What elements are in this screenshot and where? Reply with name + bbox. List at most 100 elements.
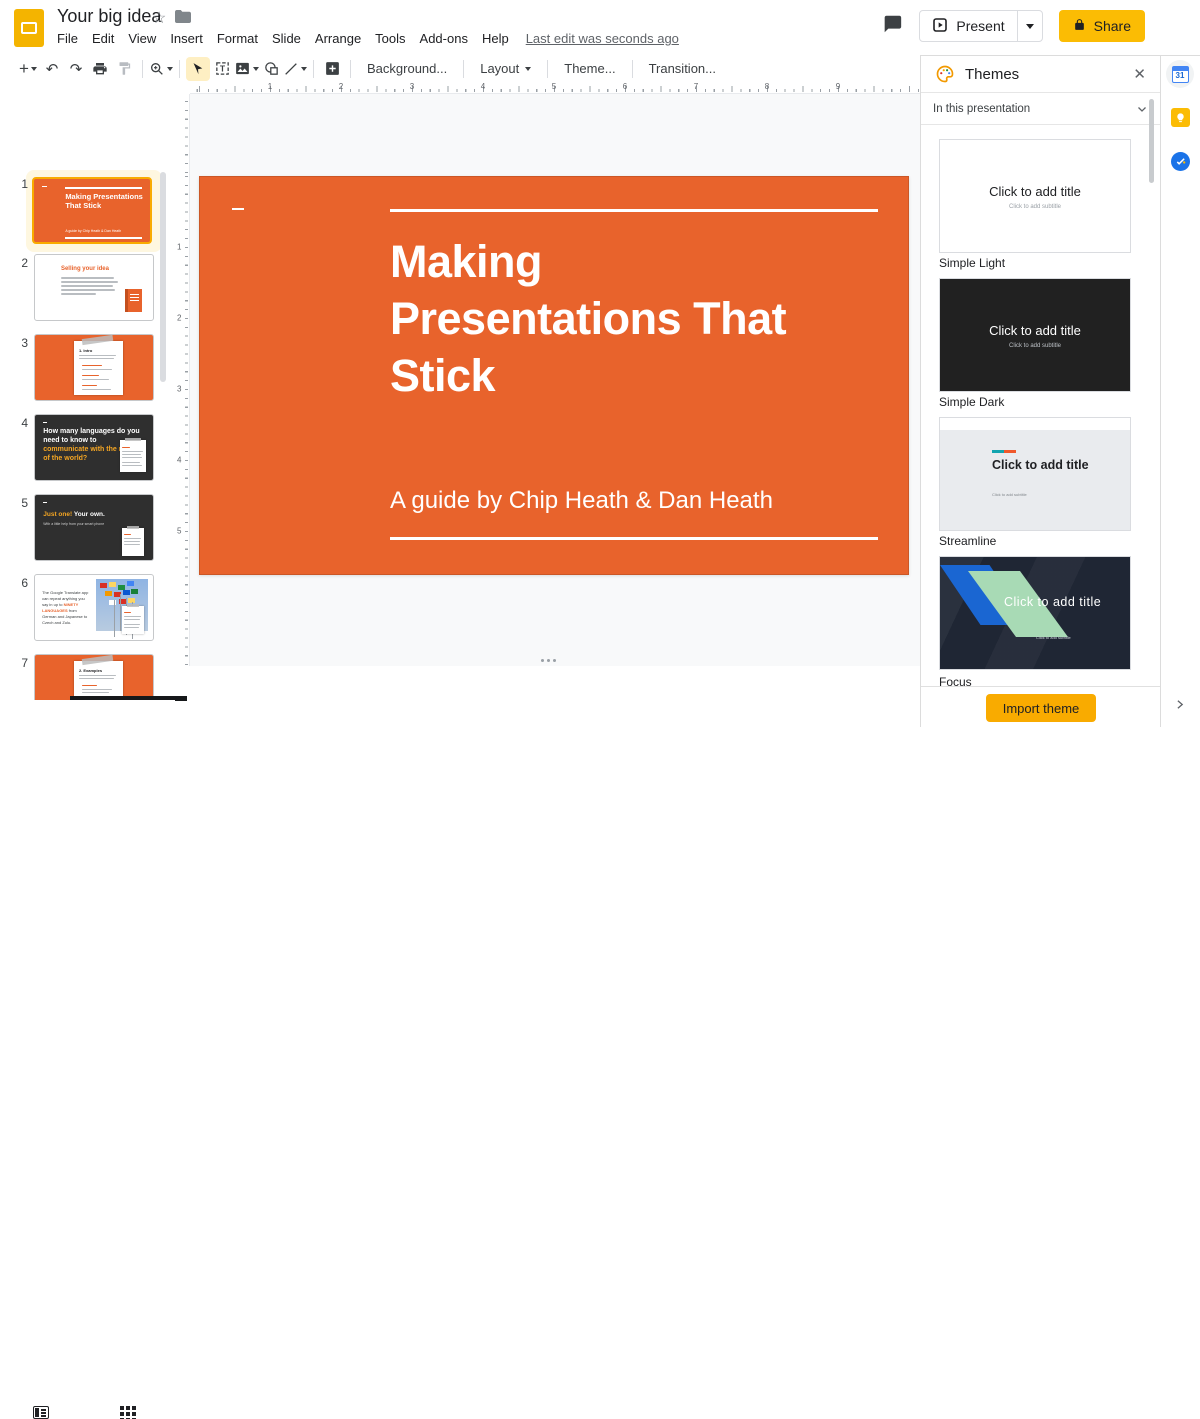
- filmstrip-view-icon[interactable]: [33, 1406, 49, 1419]
- theme-button[interactable]: Theme...: [554, 57, 625, 81]
- section-label: In this presentation: [933, 103, 1136, 115]
- slide-number: 2: [10, 256, 28, 270]
- chevron-right-icon[interactable]: [1173, 698, 1186, 716]
- slide-thumbnail-7[interactable]: 2. Examples: [34, 654, 154, 700]
- document-title[interactable]: Your big idea: [57, 6, 161, 27]
- insert-shape-button[interactable]: [259, 57, 283, 81]
- theme-card-title: Click to add title: [940, 323, 1130, 338]
- layout-button[interactable]: Layout: [470, 57, 541, 81]
- undo-button[interactable]: ↶: [40, 57, 64, 81]
- slides-logo[interactable]: [14, 9, 44, 47]
- theme-card-title: Click to add title: [940, 184, 1130, 199]
- thumb-title: Making Presentations That Stick: [65, 192, 144, 210]
- thumb-flagpoles: [120, 594, 122, 630]
- theme-card-simple-light[interactable]: Click to add title Click to add subtitle: [939, 139, 1131, 253]
- ruler-corner: [175, 82, 190, 94]
- print-button[interactable]: [88, 57, 112, 81]
- thumb-note: [122, 606, 143, 633]
- insert-line-button[interactable]: [283, 57, 307, 81]
- menu-edit[interactable]: Edit: [85, 29, 121, 48]
- horizontal-ruler: 1 2 3 4 5 6 7 8 9: [190, 82, 920, 94]
- filmstrip-scrollbar[interactable]: [160, 172, 166, 382]
- thumb-subtitle: A guide by Chip Heath & Dan Heath: [65, 229, 144, 233]
- comment-icon[interactable]: [881, 13, 903, 40]
- lock-icon: [1073, 17, 1086, 35]
- ruler-number: 5: [552, 82, 556, 91]
- theme-card-streamline[interactable]: Click to add title Click to add subtitle: [939, 417, 1131, 531]
- slides-logo-glyph: [21, 22, 37, 34]
- share-label: Share: [1094, 18, 1131, 34]
- folder-icon[interactable]: [175, 10, 191, 28]
- zoom-button[interactable]: [149, 57, 173, 81]
- redo-button[interactable]: ↷: [64, 57, 88, 81]
- slide-number: 5: [10, 496, 28, 510]
- slide-title-line: Making: [390, 233, 900, 290]
- menu-insert[interactable]: Insert: [163, 29, 210, 48]
- insert-placeholder-button[interactable]: [320, 57, 344, 81]
- menu-file[interactable]: File: [50, 29, 85, 48]
- toolbar-divider: [142, 60, 143, 78]
- present-dropdown[interactable]: [1017, 11, 1042, 41]
- themes-panel-scrollbar[interactable]: [1149, 99, 1154, 183]
- chevron-down-icon: [31, 67, 37, 71]
- menu-format[interactable]: Format: [210, 29, 265, 48]
- vertical-ruler: 1 2 3 4 5: [175, 94, 190, 666]
- present-button[interactable]: Present: [919, 10, 1042, 42]
- share-button[interactable]: Share: [1059, 10, 1145, 42]
- theme-card-subtitle: Click to add subtitle: [940, 343, 1130, 349]
- menu-tools[interactable]: Tools: [368, 29, 412, 48]
- in-this-presentation-row[interactable]: In this presentation: [921, 93, 1160, 125]
- menu-help[interactable]: Help: [475, 29, 516, 48]
- slide-subtitle[interactable]: A guide by Chip Heath & Dan Heath: [390, 487, 773, 515]
- new-slide-button[interactable]: +: [16, 57, 40, 81]
- select-tool-button[interactable]: [186, 57, 210, 81]
- menu-arrange[interactable]: Arrange: [308, 29, 368, 48]
- theme-card-simple-dark[interactable]: Click to add title Click to add subtitle: [939, 278, 1131, 392]
- theme-accent-dash: [992, 450, 1004, 453]
- paint-format-button[interactable]: [112, 57, 136, 81]
- close-icon[interactable]: ✕: [1133, 65, 1146, 83]
- menu-slide[interactable]: Slide: [265, 29, 308, 48]
- star-icon[interactable]: ☆: [152, 8, 166, 28]
- import-theme-button[interactable]: Import theme: [986, 694, 1096, 722]
- slide-title[interactable]: Making Presentations That Stick: [390, 233, 900, 404]
- notes-resize-handle[interactable]: [541, 659, 544, 662]
- ruler-number: 1: [268, 82, 272, 91]
- svg-text:T: T: [219, 64, 225, 74]
- thumb-note: [120, 440, 146, 473]
- thumb-note: 2. Examples: [74, 661, 124, 700]
- thumb-rule: [65, 187, 142, 189]
- menu-addons[interactable]: Add-ons: [413, 29, 475, 48]
- grid-view-icon[interactable]: [120, 1406, 136, 1419]
- theme-card-subtitle: Click to add subtitle: [992, 492, 1027, 497]
- toolbar-divider: [632, 60, 633, 78]
- slide-thumbnail-6[interactable]: The Google Translate app can repeat anyt…: [34, 574, 154, 641]
- background-button[interactable]: Background...: [357, 57, 457, 81]
- thumb-note: 1. Intro: [74, 341, 124, 396]
- chevron-down-icon: [167, 67, 173, 71]
- transition-button[interactable]: Transition...: [639, 57, 726, 81]
- slide-thumbnail-5[interactable]: Just one! Your own. With a little help f…: [34, 494, 154, 561]
- slide-thumbnail-4[interactable]: How many languages do you need to know t…: [34, 414, 154, 481]
- layout-label: Layout: [480, 61, 519, 76]
- calendar-button[interactable]: 31: [1166, 60, 1194, 88]
- last-edit-link[interactable]: Last edit was seconds ago: [526, 31, 679, 46]
- insert-image-button[interactable]: [234, 57, 259, 81]
- ruler-number: 9: [836, 82, 840, 91]
- slide-thumbnail-2[interactable]: Selling your idea: [34, 254, 154, 321]
- keep-bulb-icon: [1175, 112, 1186, 123]
- slide-thumbnail-1[interactable]: Making Presentations That Stick A guide …: [32, 177, 152, 244]
- slide-thumbnail-3[interactable]: 1. Intro: [34, 334, 154, 401]
- theme-name: Simple Light: [939, 256, 1005, 270]
- current-slide[interactable]: Making Presentations That Stick A guide …: [199, 176, 909, 575]
- themes-panel-footer: Import theme: [921, 686, 1160, 728]
- menu-view[interactable]: View: [121, 29, 163, 48]
- tasks-button[interactable]: [1171, 152, 1190, 171]
- present-label: Present: [956, 18, 1004, 34]
- ruler-number: 4: [481, 82, 485, 91]
- keep-button[interactable]: [1171, 108, 1190, 127]
- theme-card-focus[interactable]: Click to add title Click to add subtitle: [939, 556, 1131, 670]
- thumb-book-image: [125, 289, 142, 312]
- text-box-button[interactable]: T: [210, 57, 234, 81]
- ruler-number: 8: [765, 82, 769, 91]
